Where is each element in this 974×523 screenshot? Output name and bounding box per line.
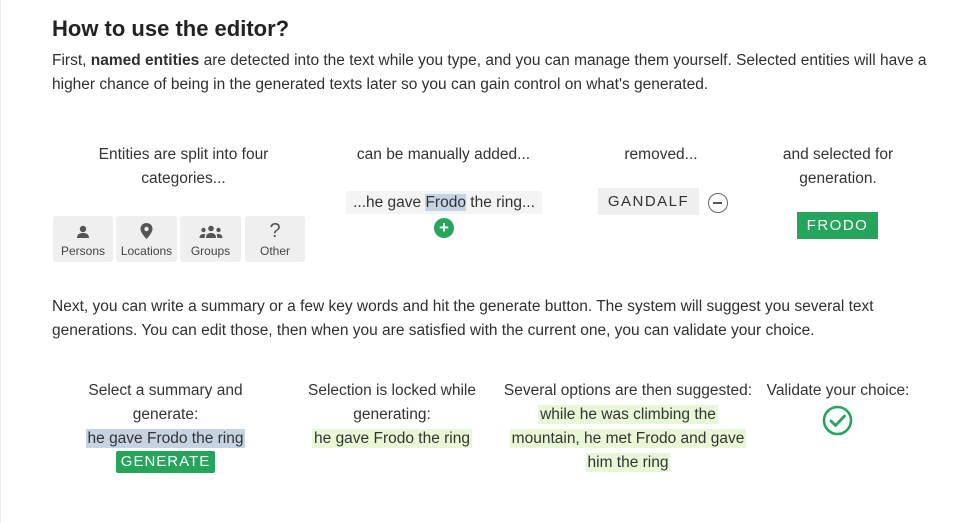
category-label: Locations	[120, 244, 173, 258]
sample-text[interactable]: ...he gave Frodo the ring...	[346, 191, 542, 214]
generate-button[interactable]: GENERATE	[116, 451, 215, 473]
location-pin-icon	[140, 223, 153, 239]
sample-text-after: the ring...	[465, 194, 535, 211]
category-other[interactable]: ? Other	[245, 216, 305, 262]
categories-caption: Entities are split into four categories.…	[98, 146, 269, 187]
options-text: Several options are then suggested:	[503, 382, 753, 399]
entity-category-list: Persons Locations Groups ? Other	[53, 216, 305, 262]
locked-text: Selection is locked while generating:	[307, 382, 476, 423]
page-title: How to use the editor?	[52, 16, 290, 41]
category-label: Persons	[60, 244, 106, 258]
sample-text-before: ...he gave	[353, 194, 426, 211]
select-summary-caption: Select a summary and generate: he gave F…	[63, 379, 268, 451]
person-icon	[77, 225, 89, 238]
validate-caption: Validate your choice:	[766, 382, 910, 399]
next-paragraph: Next, you can write a summary or a few k…	[52, 298, 874, 339]
question-mark-icon: ?	[269, 220, 281, 242]
editor-help-panel: How to use the editor? First, named enti…	[0, 0, 974, 523]
category-locations[interactable]: Locations	[116, 216, 177, 262]
category-persons[interactable]: Persons	[53, 216, 113, 262]
manual-add-caption: can be manually added...	[356, 146, 531, 163]
select-summary-text: Select a summary and generate:	[88, 382, 243, 423]
locked-caption: Selection is locked while generating: he…	[297, 379, 487, 451]
group-icon	[199, 225, 222, 238]
selected-caption: and selected for generation.	[782, 146, 894, 187]
intro-prefix: First,	[52, 52, 87, 69]
locked-selection: he gave Frodo the ring	[312, 429, 472, 448]
removed-caption: removed...	[624, 146, 698, 163]
category-label: Groups	[190, 244, 231, 258]
selected-summary[interactable]: he gave Frodo the ring	[85, 429, 246, 448]
check-circle-icon[interactable]	[822, 405, 853, 436]
suggested-option[interactable]: while he was climbing the mountain, he m…	[509, 405, 747, 472]
add-entity-icon[interactable]: +	[434, 218, 454, 238]
category-label: Other	[259, 244, 290, 258]
intro-paragraph: First, named entities are detected into …	[52, 49, 932, 97]
entity-chip-removed[interactable]: GANDALF	[598, 188, 699, 215]
category-groups[interactable]: Groups	[180, 216, 241, 262]
remove-entity-icon[interactable]	[708, 193, 728, 213]
entity-chip-selected[interactable]: FRODO	[797, 212, 878, 239]
options-caption: Several options are then suggested: whil…	[503, 379, 753, 475]
intro-bold-text: named entities	[90, 52, 200, 69]
highlighted-entity[interactable]: Frodo	[425, 194, 466, 211]
